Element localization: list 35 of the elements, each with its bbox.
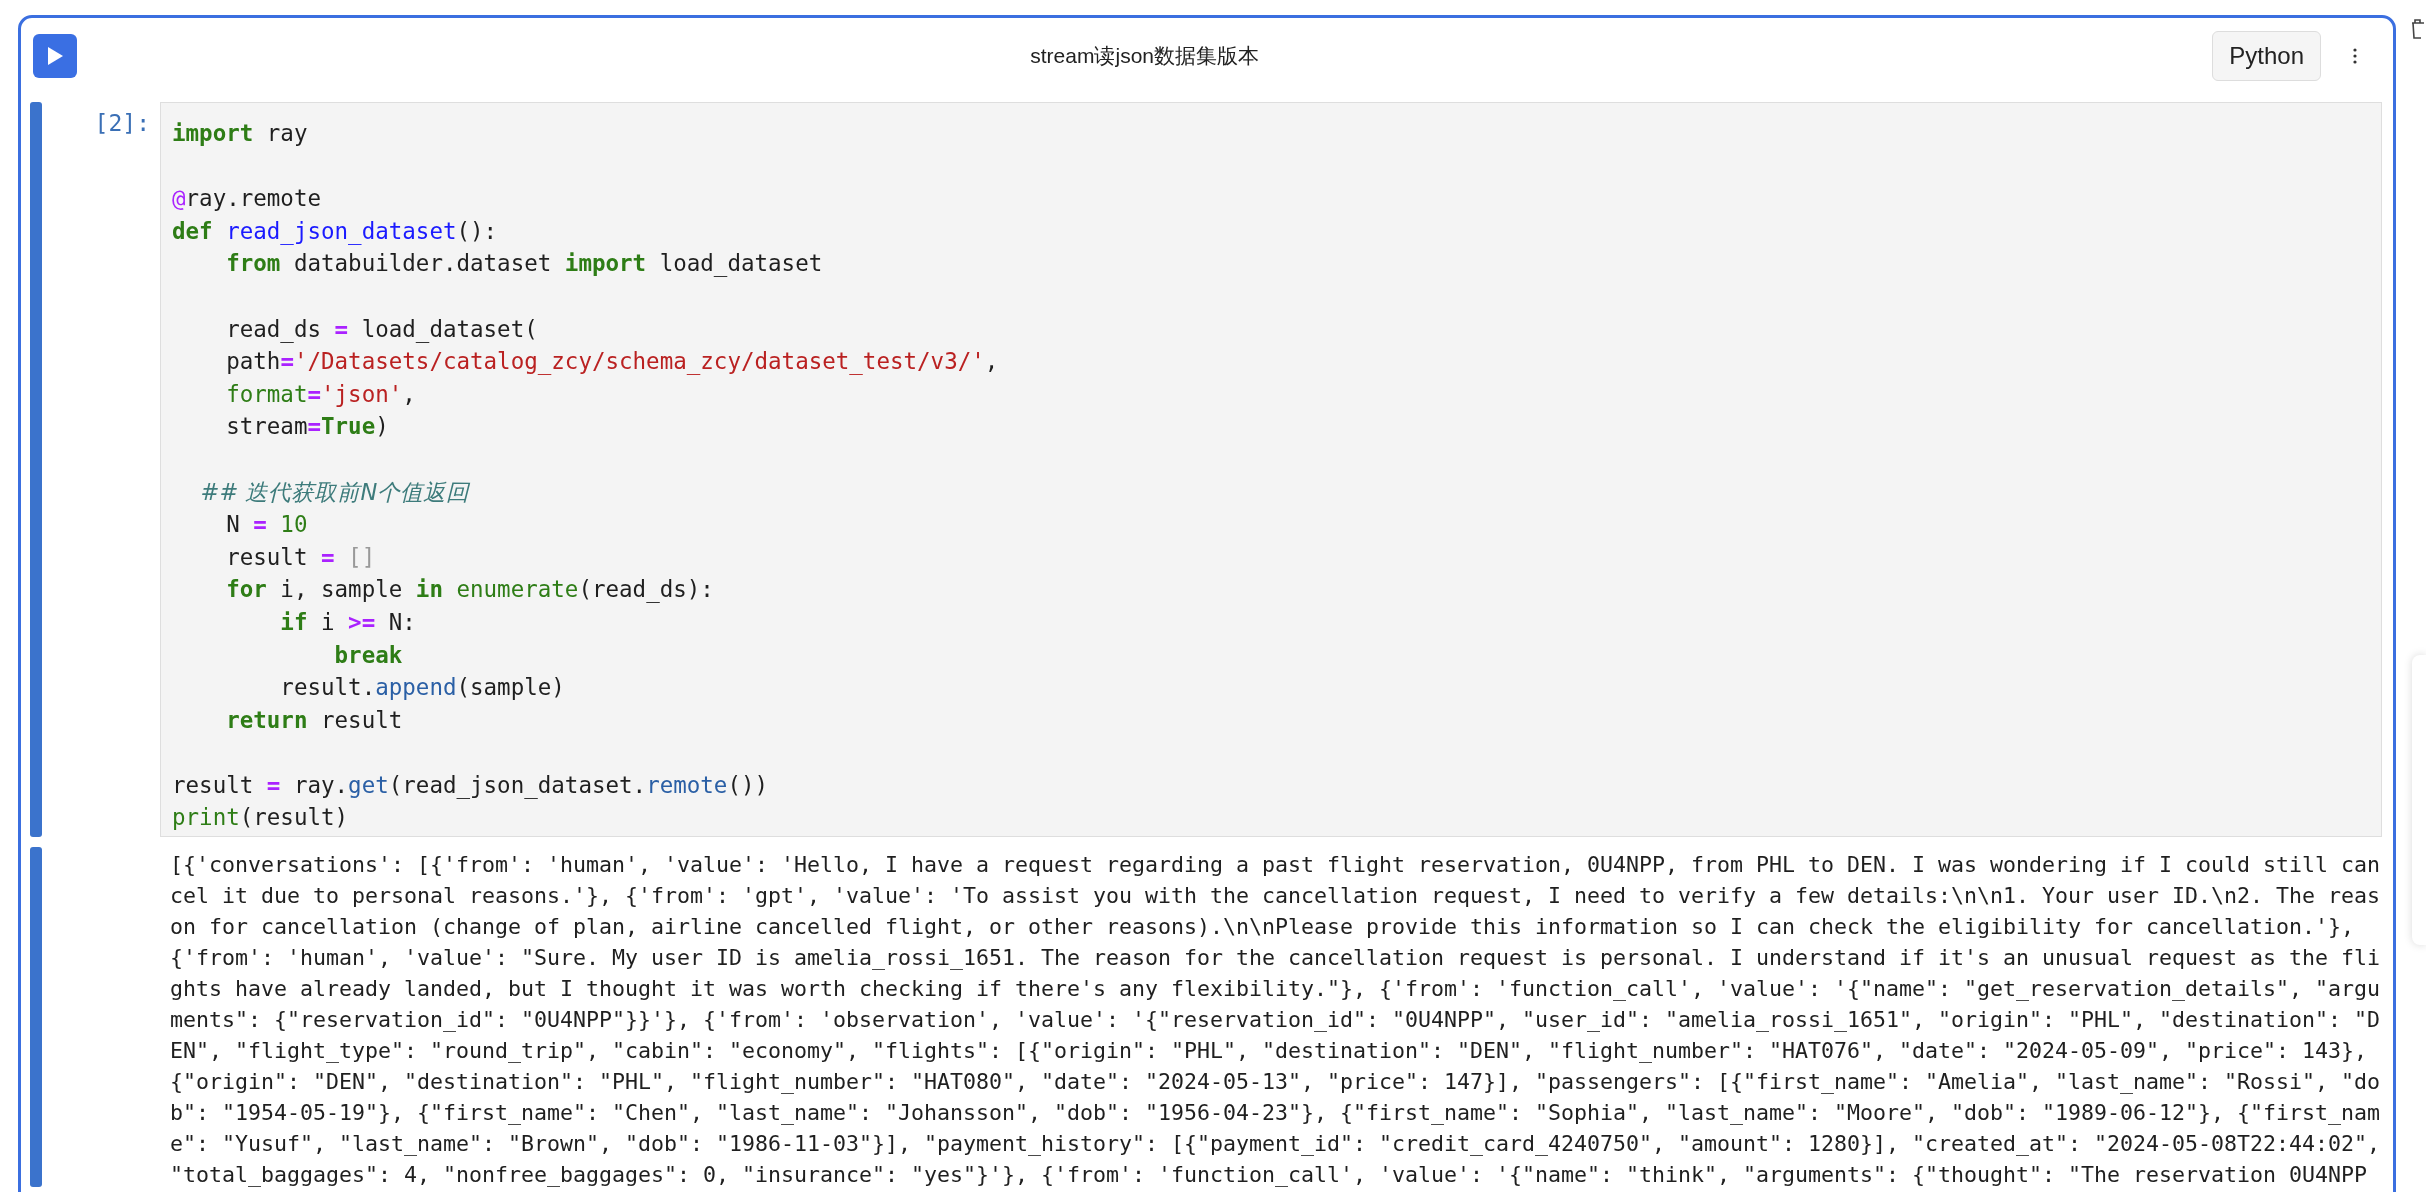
output-line: EN", "flight_type": "round_trip", "cabin": "economy", "flights": [{"origin": "PHL", "destination": "DEN", "flight_number": "HAT076", "date": "2024-05-09", "price": 143}, [170, 1037, 2369, 1065]
code-line: def read_json_dataset(): [172, 216, 499, 247]
trash-icon[interactable] [2410, 18, 2424, 40]
output-line: on for cancellation (change of plan, airline cancelled flight, or other reasons).\n\nPlease provide this information so I can check the eligibility for cancellation.'}, [170, 913, 2356, 941]
code-line: print(result) [172, 803, 350, 833]
code-line: import ray [172, 119, 309, 148]
output-line: "total_baggages": 4, "nonfree_baggages": 0, "insurance": "yes"}'}, {'from': 'function_call', 'value': '{"name": "think", "arguments": {"thought": "The reservation 0U4NPP [170, 1161, 2369, 1189]
output-line: {'from': 'human', 'value': "Sure. My user ID is amelia_rossi_1651. The reason for the cancellation request is personal. I understand if it's an unusual request as the fli [170, 944, 2381, 972]
code-line: result = ray.get(read_json_dataset.remote()) [172, 770, 770, 801]
execution-prompt: [2]: [93, 109, 151, 138]
code-line: format='json', [225, 379, 417, 409]
code-line: path='/Datasets/catalog_zcy/schema_zcy/dataset_test/v3/', [225, 347, 1000, 377]
play-icon [46, 46, 64, 66]
code-line: break [333, 640, 404, 670]
output-line: e": "Yusuf", "last_name": "Brown", "dob": "1986-11-03"}], "payment_history": [{"payment_id": "credit_card_4240750", "amount": 1280}], "created_at": "2024-05-08T22:44:02", [170, 1130, 2381, 1158]
language-button[interactable]: Python [2212, 31, 2321, 81]
output-line: cel it due to personal reasons.'}, {'from': 'gpt', 'value': 'To assist you with the cancellation request, I need to verify a few details:\n\n1. Your user ID.\n2. The reas [170, 882, 2381, 910]
output-line: {"origin": "DEN", "destination": "PHL", "flight_number": "HAT080", "date": "2024-05-13", "price": 147}], "passengers": [{"first_name": "Amelia", "last_name": "Rossi", "do [170, 1068, 2381, 1096]
code-line: for i, sample in enumerate(read_ds): [225, 575, 715, 605]
code-line: ## 迭代获取前N个值返回 [199, 477, 471, 507]
output-line: ments": {"reservation_id": "0U4NPP"}}'}, {'from': 'observation', 'value': '{"reservation_id": "0U4NPP", "user_id": "amelia_rossi_1651", "origin": "PHL", "destination": "D [170, 1006, 2381, 1034]
code-line: read_ds = load_dataset( [225, 314, 539, 345]
output-line: ghts have already landed, but I thought it was worth checking if there's any flexibility."}, {'from': 'function_call', 'value': '{"name": "get_reservation_details", "argu [170, 975, 2381, 1003]
run-button[interactable] [33, 34, 77, 78]
code-line: result.append(sample) [279, 673, 566, 703]
code-line: return result [225, 705, 404, 735]
output-line: b": "1954-05-19"}, {"first_name": "Chen", "last_name": "Johansson", "dob": "1956-04-23"}, {"first_name": "Sophia", "last_name": "Moore", "dob": "1989-06-12"}, {"first_nam [170, 1099, 2381, 1127]
cell-title: stream读json数据集版本 [1029, 43, 1260, 70]
code-line: from databuilder.dataset import load_dataset [225, 249, 824, 279]
code-line: if i >= N: [279, 607, 417, 637]
code-line: result = [] [225, 542, 377, 572]
code-line: stream=True) [225, 412, 390, 442]
output-line: [{'conversations': [{'from': 'human', 'value': 'Hello, I have a request regarding a past flight reservation, 0U4NPP, from PHL to DEN. I was wondering if I could still can [170, 851, 2381, 879]
code-line: N = 10 [225, 510, 309, 540]
code-line: @ray.remote [172, 184, 322, 214]
